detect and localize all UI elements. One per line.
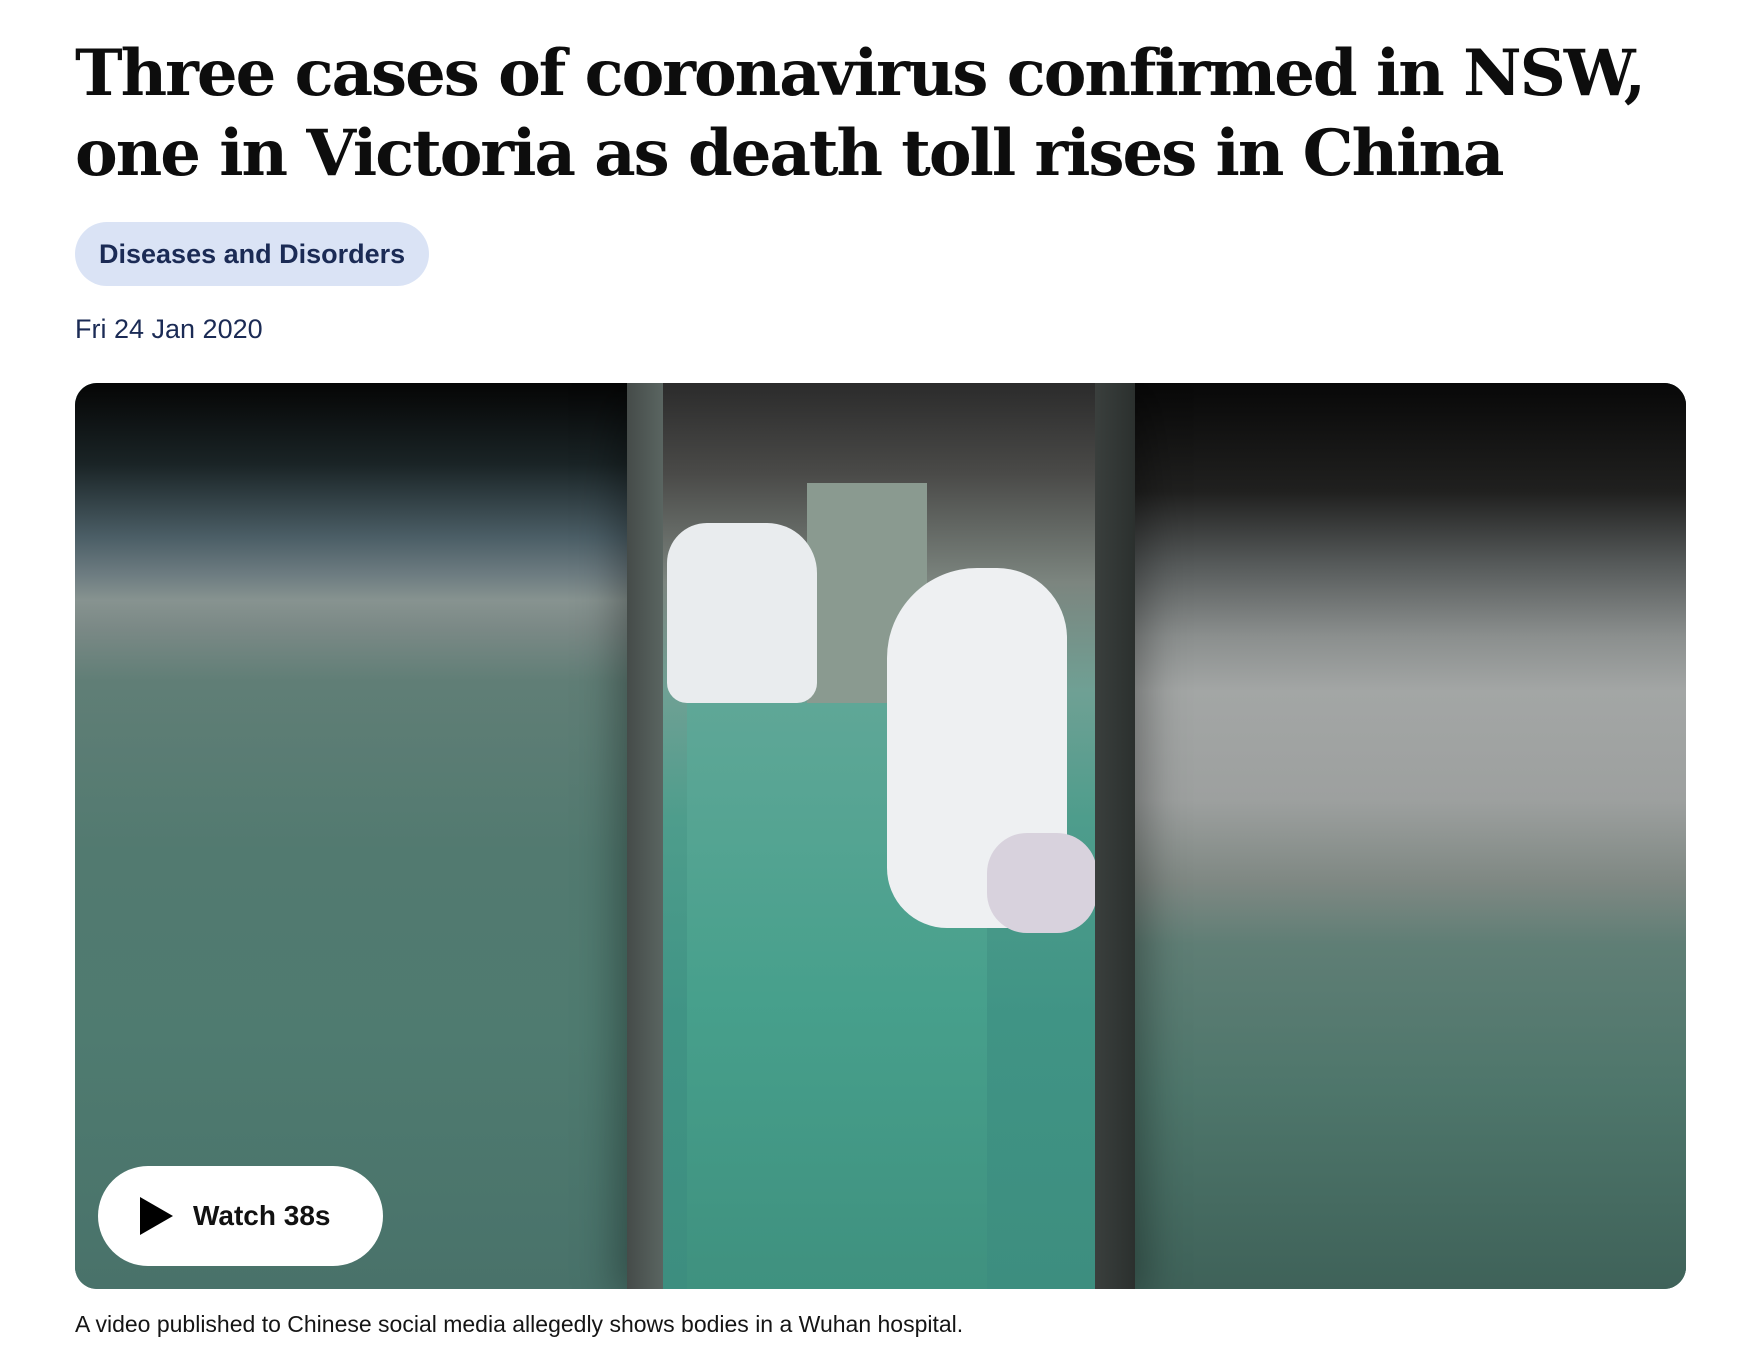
watch-button-label: Watch 38s xyxy=(193,1200,331,1231)
publish-date: Fri 24 Jan 2020 xyxy=(75,314,263,344)
video-player[interactable]: Watch 38s xyxy=(75,383,1686,1289)
thumbnail-covered-shape xyxy=(667,523,817,703)
video-caption: A video published to Chinese social medi… xyxy=(75,1311,964,1337)
thumbnail-edge xyxy=(627,383,663,1289)
topic-tag-button[interactable]: Diseases and Disorders xyxy=(75,222,430,286)
play-icon xyxy=(140,1197,173,1235)
article-headline: Three cases of coronavirus confirmed in … xyxy=(75,36,1646,191)
video-blurred-background-right xyxy=(1126,383,1686,1289)
watch-video-button[interactable]: Watch 38s xyxy=(98,1166,383,1266)
video-thumbnail xyxy=(627,383,1135,1289)
thumbnail-blanket xyxy=(987,833,1097,933)
thumbnail-edge xyxy=(1095,383,1135,1289)
